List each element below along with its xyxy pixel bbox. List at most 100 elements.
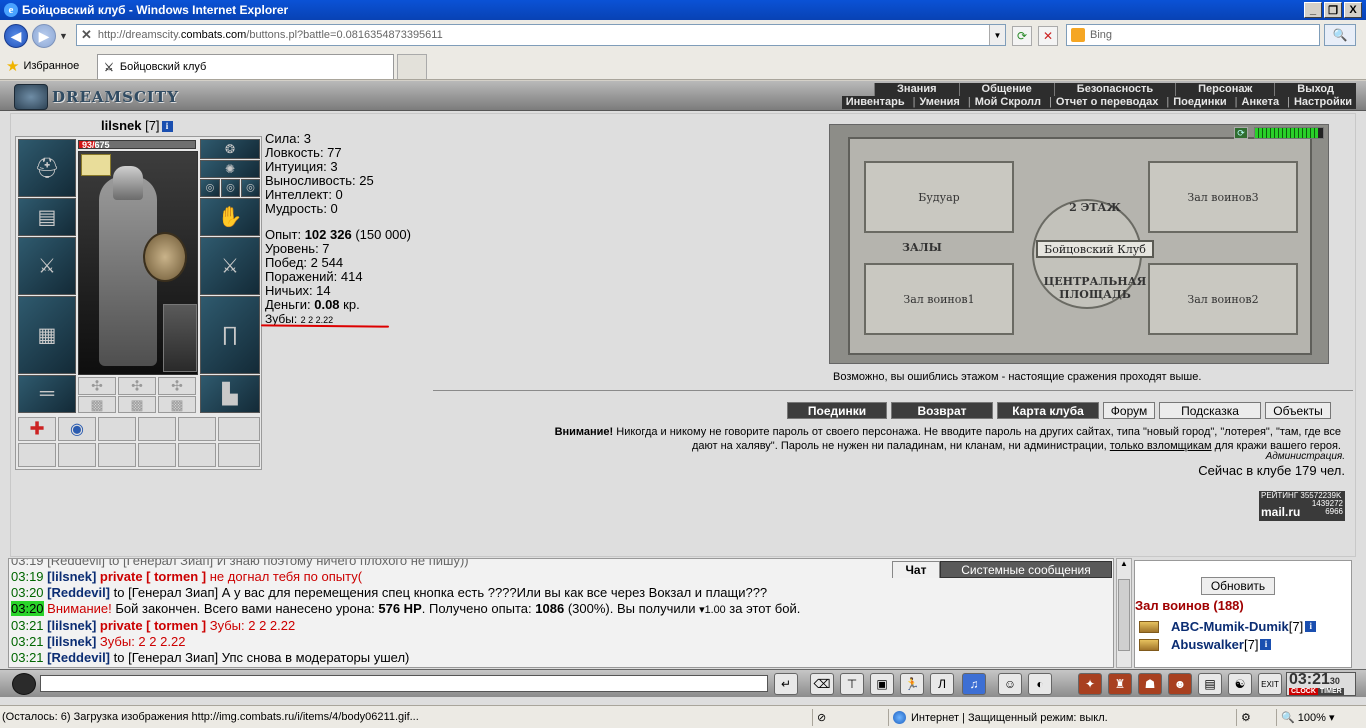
slot-rune-6[interactable]: ▩ xyxy=(158,396,196,413)
hackers-link[interactable]: только взломщикам xyxy=(1110,440,1212,452)
slot-helmet[interactable]: ⛑ xyxy=(18,139,76,197)
mailru-rating-badge[interactable]: РЕЙТИНГ 35572239K 1439272 mail.ru 6966 xyxy=(1259,491,1345,521)
popup-blocker-icon[interactable]: ⊘ xyxy=(812,709,888,726)
hint-button[interactable]: Подсказка xyxy=(1159,402,1261,419)
slot-ring-1[interactable]: ◎ xyxy=(200,179,220,197)
submenu-inventory[interactable]: Инвентарь xyxy=(842,96,909,109)
map-refresh-icon[interactable]: ⟳ xyxy=(1234,127,1248,139)
slot-armor[interactable]: ▦ xyxy=(18,296,76,374)
club-map-button[interactable]: Карта клуба xyxy=(997,402,1099,419)
address-dropdown-icon[interactable]: ▼ xyxy=(989,25,1005,45)
back-button[interactable]: ◀ xyxy=(4,24,28,48)
save-icon[interactable]: ▣ xyxy=(870,673,894,695)
clear-icon[interactable]: ◐ xyxy=(1028,673,1052,695)
music-icon[interactable]: ♫ xyxy=(962,673,986,695)
room-boudoir[interactable]: Будуар xyxy=(864,161,1014,233)
user-entry[interactable]: ABC-Mumik-Dumik [7] i xyxy=(1139,619,1317,634)
smiley-icon[interactable]: ☺ xyxy=(998,673,1022,695)
chat-scrollbar[interactable]: ▲ xyxy=(1116,558,1132,668)
attack-icon[interactable]: ✦ xyxy=(1078,673,1102,695)
return-button[interactable]: Возврат xyxy=(891,402,993,419)
halls-label[interactable]: ЗАЛЫ xyxy=(902,241,942,254)
objects-button[interactable]: Объекты xyxy=(1265,402,1331,419)
chat-nick[interactable]: [Reddevil] xyxy=(47,650,110,665)
slot-ring-2[interactable]: ◎ xyxy=(221,179,240,197)
submenu-transfers[interactable]: Отчет о переводах xyxy=(1045,96,1162,109)
zoom-control[interactable]: 🔍 100% ▾ xyxy=(1276,709,1366,726)
search-button[interactable]: 🔍 xyxy=(1324,24,1356,46)
slot-rune-2[interactable]: ✣ xyxy=(118,377,156,395)
clock-widget[interactable]: 03:2130 CLOCK TIMER xyxy=(1286,672,1356,696)
chat-menu-icon[interactable] xyxy=(12,673,36,695)
room-warriors-3[interactable]: Зал воинов3 xyxy=(1148,161,1298,233)
slot-weapon-right[interactable]: ⚔ xyxy=(200,237,260,295)
pocket-9[interactable] xyxy=(98,443,136,467)
submenu-profile[interactable]: Анкета xyxy=(1231,96,1283,109)
slot-pants[interactable]: ∏ xyxy=(200,296,260,374)
refresh-userlist-button[interactable]: Обновить xyxy=(1201,577,1275,595)
pet-cat-icon[interactable] xyxy=(163,304,197,372)
minimize-button[interactable]: _ xyxy=(1304,2,1322,18)
favorites-button[interactable]: ★ Избранное xyxy=(0,57,79,75)
translit-icon[interactable]: Л xyxy=(930,673,954,695)
close-window-button[interactable]: X xyxy=(1344,2,1362,18)
friends-icon[interactable]: ☻ xyxy=(1168,673,1192,695)
scroll-thumb[interactable] xyxy=(1118,579,1130,651)
forward-button[interactable]: ▶ xyxy=(32,24,56,48)
security-zone[interactable]: Интернет | Защищенный режим: выкл. xyxy=(888,709,1228,726)
duels-button[interactable]: Поединки xyxy=(787,402,887,419)
site-logo[interactable]: DREAMSCITY xyxy=(14,84,179,110)
chat-nick[interactable]: [lilsnek] xyxy=(47,618,96,633)
quests-icon[interactable]: ☯ xyxy=(1228,673,1252,695)
beast-icon[interactable]: ☗ xyxy=(1138,673,1162,695)
slot-gloves[interactable]: ✋ xyxy=(200,198,260,236)
menu-security[interactable]: Безопасность xyxy=(1053,83,1175,96)
pocket-11[interactable] xyxy=(178,443,216,467)
inventory-icon[interactable]: ▤ xyxy=(1198,673,1222,695)
slot-belt[interactable]: ═ xyxy=(18,375,76,413)
chat-nick[interactable]: [Reddevil] xyxy=(47,585,110,600)
scroll-up-icon[interactable]: ▲ xyxy=(1117,559,1131,568)
menu-knowledge[interactable]: Знания xyxy=(874,83,958,96)
filter-icon[interactable]: ⊤ xyxy=(840,673,864,695)
menu-exit[interactable]: Выход xyxy=(1274,83,1356,96)
eraser-icon[interactable]: ⌫ xyxy=(810,673,834,695)
slot-rune-4[interactable]: ▩ xyxy=(78,396,116,413)
info-icon[interactable]: i xyxy=(1260,639,1272,650)
browser-tab[interactable]: ⚔ Бойцовский клуб xyxy=(97,54,394,79)
room-warriors-1[interactable]: Зал воинов1 xyxy=(864,263,1014,335)
chat-input[interactable] xyxy=(40,675,768,692)
pocket-3[interactable] xyxy=(98,417,136,441)
pocket-4[interactable] xyxy=(138,417,176,441)
slot-rune-5[interactable]: ▩ xyxy=(118,396,156,413)
search-input[interactable]: Bing xyxy=(1066,24,1320,46)
slot-weapon-left[interactable]: ⚔ xyxy=(18,237,76,295)
submenu-settings[interactable]: Настройки xyxy=(1283,96,1356,109)
tab-system-messages[interactable]: Системные сообщения xyxy=(940,561,1112,578)
forum-button[interactable]: Форум xyxy=(1103,402,1155,419)
submenu-scroll[interactable]: Мой Скролл xyxy=(964,96,1045,109)
protected-mode-icon[interactable]: ⚙ xyxy=(1236,709,1272,726)
submenu-duels[interactable]: Поединки xyxy=(1162,96,1230,109)
send-icon[interactable]: ↵ xyxy=(774,673,798,695)
character-avatar[interactable] xyxy=(78,151,198,375)
chat-nick[interactable]: [lilsnek] xyxy=(47,634,96,649)
potion-icon[interactable]: ♜ xyxy=(1108,673,1132,695)
slot-boots[interactable]: ▙ xyxy=(200,375,260,413)
slot-rune-3[interactable]: ✣ xyxy=(158,377,196,395)
pocket-10[interactable] xyxy=(138,443,176,467)
pocket-12[interactable] xyxy=(218,443,260,467)
slot-earrings[interactable]: ❂ xyxy=(200,139,260,159)
slot-rune-1[interactable]: ✣ xyxy=(78,377,116,395)
info-icon[interactable]: i xyxy=(161,121,173,133)
user-entry[interactable]: Abuswalker [7] i xyxy=(1139,637,1272,652)
run-icon[interactable]: 🏃 xyxy=(900,673,924,695)
menu-communication[interactable]: Общение xyxy=(958,83,1054,96)
fight-club-button[interactable]: Бойцовский Клуб xyxy=(1036,240,1154,258)
pocket-6[interactable] xyxy=(218,417,260,441)
chat-nick[interactable]: [lilsnek] xyxy=(47,569,96,584)
menu-character[interactable]: Персонаж xyxy=(1175,83,1274,96)
slot-ring-3[interactable]: ◎ xyxy=(241,179,260,197)
address-bar[interactable]: ✕ http://dreamscity.combats.com/buttons.… xyxy=(76,24,1006,46)
info-icon[interactable]: i xyxy=(1305,621,1317,632)
